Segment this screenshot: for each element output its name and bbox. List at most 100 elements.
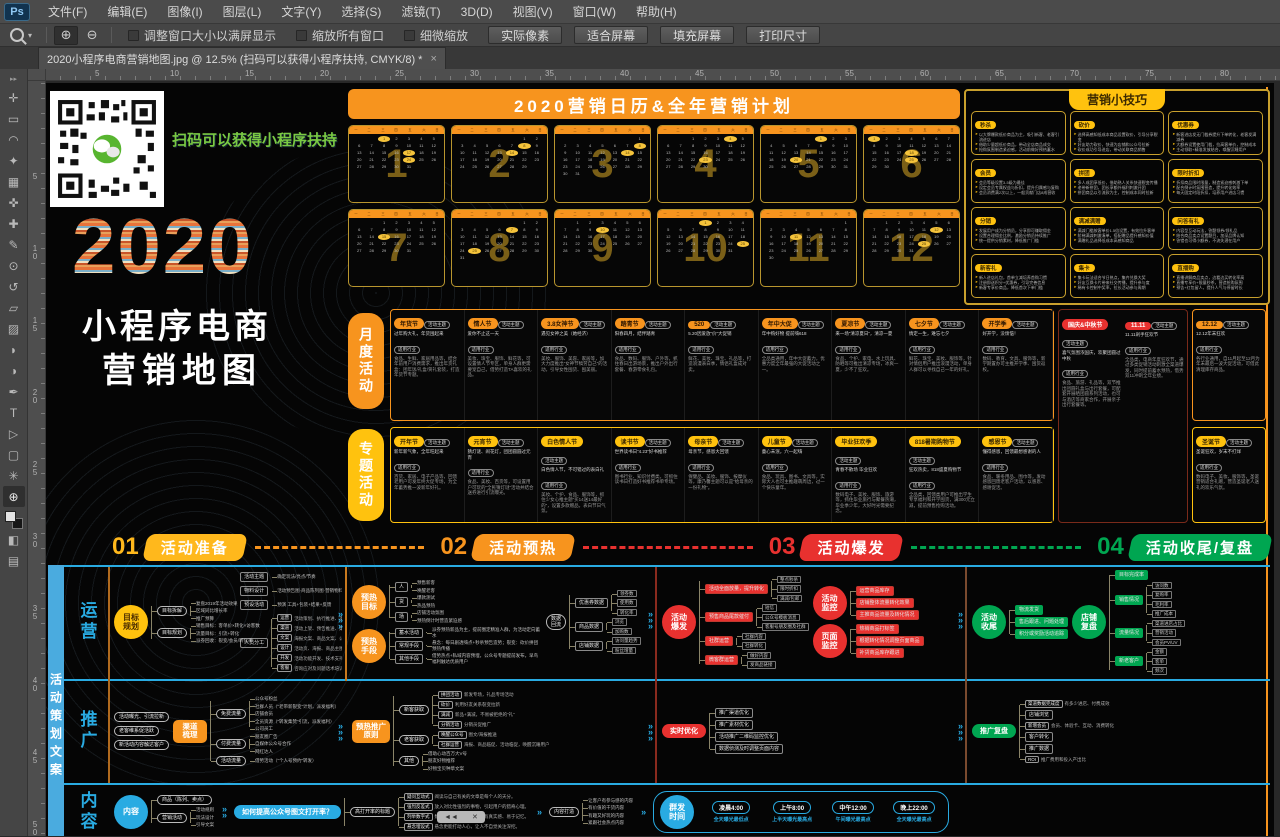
mindmap-node: 群发 时间 (660, 795, 694, 829)
campaign-flow-area: 活动策划文案运营推广内容» » »» » »» » »» » »» » »» »… (46, 565, 1274, 836)
mindmap-branch: 推广素材优化 (715, 720, 783, 730)
gradient-tool-icon[interactable]: ▨ (3, 318, 25, 339)
options-button-实际像素[interactable]: 实际像素 (488, 26, 562, 44)
day-cell: 24 (724, 241, 736, 247)
move-tool-icon[interactable]: ✛ (3, 87, 25, 108)
mindmap-branch: 活动 监控运营商品库存店铺整体流量转化效果主推商品流量及转化情况 (813, 586, 924, 620)
tab-close-icon[interactable]: × (430, 53, 436, 65)
zoom-out-button[interactable]: ⊖ (80, 26, 104, 45)
mindmap-branch: 整点秒杀 (777, 576, 802, 584)
menu-item-帮助[interactable]: 帮助(H) (626, 0, 687, 24)
arrow-bullet-icon: ➤ (1172, 132, 1175, 142)
industry-tag: 适用行业 (688, 346, 714, 354)
day-empty (621, 136, 633, 142)
menu-item-编辑[interactable]: 编辑(E) (97, 0, 157, 24)
day-cell: 30 (390, 164, 402, 170)
industry-text: 全品类通用，年中大促蓄力，优惠力度全年最强的大促活动之一。 (762, 356, 829, 373)
options-button-打印尺寸[interactable]: 打印尺寸 (746, 26, 820, 44)
history-brush-tool-icon[interactable]: ↺ (3, 276, 25, 297)
day-cell: 12 (481, 234, 493, 240)
day-cell: 11 (609, 227, 621, 233)
zoom-tool-icon[interactable]: ⊕ (3, 486, 25, 507)
widget-close-icon[interactable]: ✕ (472, 813, 478, 821)
phase-badge-活动准备: 活动准备 (145, 534, 245, 561)
menu-item-视图[interactable]: 视图(V) (503, 0, 563, 24)
color-swatches[interactable] (5, 511, 23, 529)
zoom-in-button[interactable]: ⊕ (54, 26, 78, 45)
menu-item-文字[interactable]: 文字(Y) (271, 0, 331, 24)
panel-grip-icon[interactable]: ▸▸ (10, 75, 17, 83)
calendar-month-8: 一二三四五六日812345678910111213141516171819202… (451, 209, 548, 287)
brush-tool-icon[interactable]: ✎ (3, 234, 25, 255)
mindmap-branch: 设计活动页、海报、商品主图设计 (277, 644, 342, 652)
tip-card-分销: 分销➤发展用户成为分销员，分享即可赚取佣金➤设置合理佣金比例，激励分销员持续推广… (971, 207, 1066, 251)
menu-item-图像[interactable]: 图像(I) (157, 0, 212, 24)
mindmap-children: 短信公众号模板消息客服号朋友圈及社群 (755, 604, 809, 631)
option-checkbox[interactable]: 缩放所有窗口 (296, 27, 384, 44)
eyedropper-tool-icon[interactable]: ✜ (3, 192, 25, 213)
day-cell: 15 (378, 234, 390, 240)
tool-preset-caret-icon[interactable]: ▾ (28, 31, 32, 40)
mindmap-branch: 公众号模板消息 (762, 614, 809, 622)
marquee-tool-icon[interactable]: ▭ (3, 108, 25, 129)
mindmap-node: 新老客户 (1115, 656, 1143, 666)
lasso-tool-icon[interactable]: ◠ (3, 129, 25, 150)
zoom-tool-icon[interactable] (10, 28, 24, 42)
blur-tool-icon[interactable]: ◗ (3, 339, 25, 360)
day-empty (765, 220, 777, 226)
hand-tool-icon[interactable]: ✳ (3, 465, 25, 486)
holiday-column-11.11: 11.11活动主题11.11剁手狂欢节适用行业全品类，电商年度狂欢节，通过多类促… (1125, 314, 1184, 518)
clone-stamp-tool-icon[interactable]: ⊙ (3, 255, 25, 276)
type-tool-icon[interactable]: T (3, 402, 25, 423)
industry-tag: 适用行业 (1196, 464, 1222, 472)
day-cell: 14 (868, 234, 880, 240)
mindmap-branch: 预演 工具+包装+结果+反馈 (277, 602, 331, 608)
quick-select-tool-icon[interactable]: ✦ (3, 150, 25, 171)
screen-mode-icon[interactable]: ▤ (3, 550, 25, 571)
options-button-适合屏幕[interactable]: 适合屏幕 (574, 26, 648, 44)
industry-tag: 适用行业 (762, 464, 788, 472)
foreground-color-chip[interactable] (5, 511, 16, 522)
day-cell: 14 (943, 143, 955, 149)
options-button-填充屏幕[interactable]: 填充屏幕 (660, 26, 734, 44)
day-cell: 8 (840, 227, 852, 233)
mindmap-children: 公众号粉丝社群人员（“老带新裂变”计划，派发福利）店铺会员全员资源（“转发集赞”… (248, 696, 339, 732)
dodge-tool-icon[interactable]: ◑ (3, 360, 25, 381)
crop-tool-icon[interactable]: ▦ (3, 171, 25, 192)
mindmap-node: 活动预告图·商品陈列图·营销物料图 (277, 588, 342, 594)
pen-tool-icon[interactable]: ✒ (3, 381, 25, 402)
day-cell: 10 (777, 234, 789, 240)
menu-item-滤镜[interactable]: 滤镜(T) (391, 0, 450, 24)
checkbox-icon[interactable] (404, 30, 415, 41)
menu-item-3D[interactable]: 3D(D) (451, 0, 503, 24)
canvas-area[interactable]: 5101520253035404550556065707580 51 01 52… (28, 69, 1280, 836)
checkbox-icon[interactable] (296, 30, 307, 41)
row-label-运营: 运营 (70, 569, 104, 675)
eraser-tool-icon[interactable]: ▱ (3, 297, 25, 318)
option-checkbox[interactable]: 调整窗口大小以满屏显示 (128, 27, 276, 44)
phase-label: 活动预热 (489, 540, 557, 557)
menu-item-文件[interactable]: 文件(F) (38, 0, 97, 24)
healing-brush-tool-icon[interactable]: ✚ (3, 213, 25, 234)
checkbox-icon[interactable] (128, 30, 139, 41)
day-cell: 29 (571, 248, 583, 254)
phase-number: 01 (112, 533, 139, 561)
mindmap-branch: 实时优化推广渠道优化推广素材优化活动推广二维码监控优化数据侦测及时调整页面内容 (662, 708, 783, 754)
menu-item-图层[interactable]: 图层(L) (213, 0, 272, 24)
scroll-left-icon[interactable]: ◄◄ (444, 814, 458, 821)
document-tab[interactable]: 2020小程序电商营销地图.jpg @ 12.5% (扫码可以获得小程序扶持, … (38, 47, 446, 69)
activity-column-母亲节: 母亲节活动主题母亲节，感恩大回馈适用行业保健品、美妆、服饰、按摩仪等，康乃馨主题… (685, 428, 759, 522)
day-cell: 19 (428, 234, 440, 240)
scroll-widget[interactable]: ◄◄ ✕ (437, 811, 485, 823)
day-cell: 25 (415, 241, 427, 247)
menu-item-选择[interactable]: 选择(S) (331, 0, 391, 24)
option-checkbox[interactable]: 细微缩放 (404, 27, 468, 44)
quick-mask-icon[interactable]: ◧ (3, 529, 25, 550)
mindmap-node: 转化率 (617, 609, 637, 617)
menu-item-窗口[interactable]: 窗口(W) (563, 0, 626, 24)
document-poster[interactable]: 扫码可以获得小程序扶持 2020 小程序电商 营销地图 2020营销日历&全年营… (46, 83, 1274, 836)
tip-card-砍价: 砍价➤选择高感知低成本商品设置砍价，引导分享裂变➤好友助力砍价，快速为店铺和公众… (1070, 111, 1165, 155)
path-select-tool-icon[interactable]: ▷ (3, 423, 25, 444)
day-cell: 26 (662, 248, 674, 254)
shape-tool-icon[interactable]: ▢ (3, 444, 25, 465)
